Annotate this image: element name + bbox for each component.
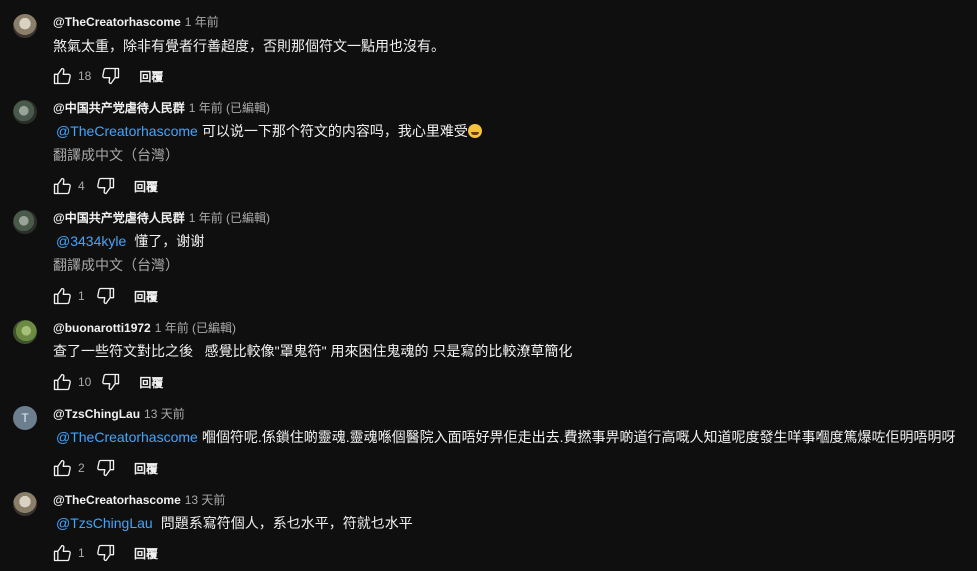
reply-button[interactable]: 回覆 xyxy=(134,288,158,305)
reply-button[interactable]: 回覆 xyxy=(134,460,158,477)
like-count: 10 xyxy=(78,375,92,389)
reply-button[interactable]: 回覆 xyxy=(134,545,158,562)
mention-link[interactable]: @TzsChingLau xyxy=(56,515,153,531)
comment-author[interactable]: @TheCreatorhascome xyxy=(53,15,181,29)
avatar[interactable] xyxy=(13,492,37,516)
comment-actions: 1 回覆 xyxy=(52,286,158,306)
comment-actions: 4 回覆 xyxy=(52,176,158,196)
comment-text: @TheCreatorhascome 嗰個符呢.係鎖住啲靈魂.靈魂喺個醫院入面唔好… xyxy=(53,427,956,447)
comment-timestamp[interactable]: 1 年前 (已編輯) xyxy=(189,101,270,115)
comment-header: @buonarotti1972 1 年前 (已編輯) xyxy=(53,320,236,336)
comment-timestamp[interactable]: 13 天前 xyxy=(144,407,185,421)
reply-button[interactable]: 回覆 xyxy=(134,178,158,195)
comment-text: @3434kyle 懂了，谢谢 xyxy=(53,231,204,251)
avatar[interactable] xyxy=(13,100,37,124)
like-count: 1 xyxy=(78,289,85,303)
comment-text-content: 查了一些符文對比之後 感覺比較像"罩鬼符" 用來困住鬼魂的 只是寫的比較潦草簡化 xyxy=(53,343,573,359)
mention-link[interactable]: @TheCreatorhascome xyxy=(56,123,198,139)
comment-timestamp[interactable]: 1 年前 (已編輯) xyxy=(155,321,236,335)
comment-author[interactable]: @中国共产党虐待人民群 xyxy=(53,211,185,225)
comment-text-content: 懂了，谢谢 xyxy=(134,233,205,249)
comment-header: @TzsChingLau 13 天前 xyxy=(53,406,185,422)
comment-author[interactable]: @buonarotti1972 xyxy=(53,321,151,335)
comment-text-content: 可以说一下那个符文的内容吗，我心里难受 xyxy=(201,123,468,139)
loudly-crying-face-emoji-icon xyxy=(467,124,482,138)
comment-author[interactable]: @中国共产党虐待人民群 xyxy=(53,101,185,115)
comment-header: @中国共产党虐待人民群 1 年前 (已編輯) xyxy=(53,210,270,226)
dislike-icon[interactable] xyxy=(96,176,116,196)
comment-timestamp[interactable]: 1 年前 xyxy=(185,15,219,29)
like-icon[interactable] xyxy=(52,458,72,478)
like-icon[interactable] xyxy=(52,372,72,392)
like-icon[interactable] xyxy=(52,66,72,86)
mention-link[interactable]: @TheCreatorhascome xyxy=(56,429,198,445)
dislike-icon[interactable] xyxy=(96,543,116,563)
dislike-icon[interactable] xyxy=(96,286,116,306)
comment-actions: 10 回覆 xyxy=(52,372,163,392)
translate-link[interactable]: 翻譯成中文（台灣） xyxy=(53,255,179,275)
reply-button[interactable]: 回覆 xyxy=(139,374,163,391)
comment-text: 煞氣太重，除非有覺者行善超度，否則那個符文一點用也沒有。 xyxy=(53,36,445,56)
comment-author[interactable]: @TzsChingLau xyxy=(53,407,140,421)
comment-text: @TzsChingLau 問題系寫符個人，系乜水平，符就乜水平 xyxy=(53,513,413,533)
like-count: 2 xyxy=(78,461,85,475)
comment-text-content: 問題系寫符個人，系乜水平，符就乜水平 xyxy=(160,515,413,531)
mention-link[interactable]: @3434kyle xyxy=(56,233,126,249)
comment-actions: 18 回覆 xyxy=(52,66,163,86)
like-icon[interactable] xyxy=(52,543,72,563)
like-count: 4 xyxy=(78,179,85,193)
comment-text: 查了一些符文對比之後 感覺比較像"罩鬼符" 用來困住鬼魂的 只是寫的比較潦草簡化 xyxy=(53,341,572,361)
comment-text-content: 嗰個符呢.係鎖住啲靈魂.靈魂喺個醫院入面唔好畀佢走出去.費撚事畀啲道行高嘅人知道… xyxy=(201,429,956,445)
like-icon[interactable] xyxy=(52,286,72,306)
comment-timestamp[interactable]: 1 年前 (已編輯) xyxy=(189,211,270,225)
like-count: 18 xyxy=(78,69,92,83)
comment-text: @TheCreatorhascome 可以说一下那个符文的内容吗，我心里难受 xyxy=(53,121,482,141)
dislike-icon[interactable] xyxy=(101,372,121,392)
comment-actions: 2 回覆 xyxy=(52,458,158,478)
avatar[interactable] xyxy=(13,320,37,344)
comment-header: @TheCreatorhascome 1 年前 xyxy=(53,14,219,30)
avatar[interactable] xyxy=(13,210,37,234)
translate-link[interactable]: 翻譯成中文（台灣） xyxy=(53,145,179,165)
avatar[interactable] xyxy=(13,14,37,38)
like-count: 1 xyxy=(78,546,85,560)
comment-timestamp[interactable]: 13 天前 xyxy=(185,493,226,507)
comment-header: @中国共产党虐待人民群 1 年前 (已編輯) xyxy=(53,100,270,116)
avatar[interactable]: T xyxy=(13,406,37,430)
comment-author[interactable]: @TheCreatorhascome xyxy=(53,493,181,507)
dislike-icon[interactable] xyxy=(96,458,116,478)
comment-header: @TheCreatorhascome 13 天前 xyxy=(53,492,225,508)
like-icon[interactable] xyxy=(52,176,72,196)
dislike-icon[interactable] xyxy=(101,66,121,86)
comment-text-content: 煞氣太重，除非有覺者行善超度，否則那個符文一點用也沒有。 xyxy=(53,38,445,54)
comment-actions: 1 回覆 xyxy=(52,543,158,563)
reply-button[interactable]: 回覆 xyxy=(139,68,163,85)
